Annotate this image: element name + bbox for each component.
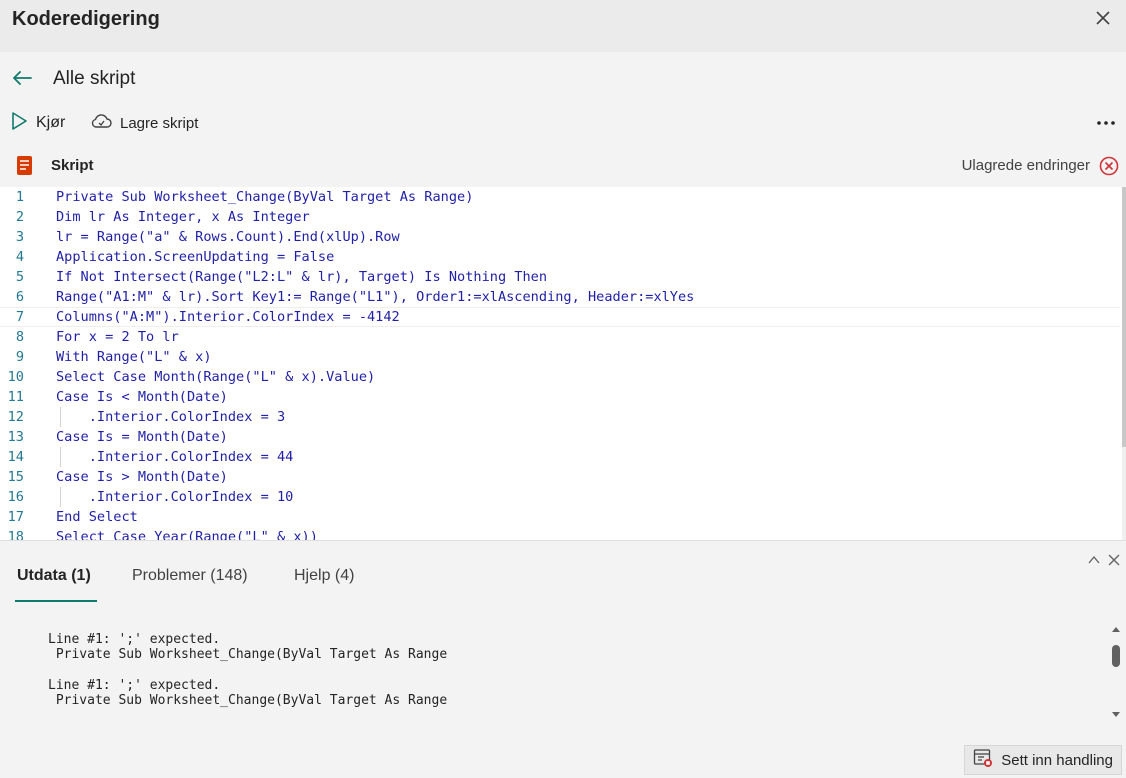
code-text[interactable]: Select Case Month(Range("L" & x).Value) <box>56 367 375 387</box>
editor-scrollbar-thumb[interactable] <box>1122 187 1126 447</box>
line-number: 3 <box>15 229 24 245</box>
cloud-sync-icon <box>90 111 112 136</box>
code-text[interactable]: With Range("L" & x) <box>56 347 212 367</box>
code-text[interactable]: Dim lr As Integer, x As Integer <box>56 207 310 227</box>
save-script-label: Lagre skript <box>120 114 199 132</box>
line-number: 12 <box>7 409 24 425</box>
line-number: 4 <box>15 249 24 265</box>
code-line[interactable]: 6 Range("A1:M" & lr).Sort Key1:= Range("L… <box>0 287 1120 307</box>
active-tab-indicator <box>15 600 97 602</box>
script-label: Skript <box>51 157 94 174</box>
chevron-up-icon[interactable] <box>1086 552 1102 568</box>
close-icon[interactable] <box>1092 7 1114 29</box>
code-line[interactable]: 10 Select Case Month(Range("L" & x).Value… <box>0 367 1120 387</box>
code-line[interactable]: 4 Application.ScreenUpdating = False <box>0 247 1120 267</box>
back-arrow-icon[interactable] <box>10 66 34 90</box>
editor-scrollbar[interactable] <box>1122 187 1126 540</box>
output-line: Private Sub Worksheet_Change(ByVal Targe… <box>48 693 448 709</box>
code-line[interactable]: 16 .Interior.ColorIndex = 10 <box>0 487 1120 507</box>
code-line[interactable]: 11 Case Is < Month(Date) <box>0 387 1120 407</box>
nav-bar <box>0 52 1126 104</box>
line-number: 1 <box>15 189 24 205</box>
code-text[interactable]: .Interior.ColorIndex = 44 <box>56 447 294 467</box>
page-title: Alle skript <box>53 68 136 89</box>
title-bar <box>0 0 1126 52</box>
code-line[interactable]: 2 Dim lr As Integer, x As Integer <box>0 207 1120 227</box>
code-text[interactable]: Private Sub Worksheet_Change(ByVal Targe… <box>56 187 473 207</box>
line-number: 6 <box>15 289 24 305</box>
code-text[interactable]: .Interior.ColorIndex = 3 <box>56 407 285 427</box>
line-number: 13 <box>7 429 24 445</box>
code-text[interactable]: If Not Intersect(Range("L2:L" & lr), Tar… <box>56 267 547 287</box>
line-number: 5 <box>15 269 24 285</box>
code-text[interactable]: .Interior.ColorIndex = 10 <box>56 487 294 507</box>
line-number: 15 <box>7 469 24 485</box>
code-line[interactable]: 14 .Interior.ColorIndex = 44 <box>0 447 1120 467</box>
code-line[interactable]: 8 For x = 2 To lr <box>0 327 1120 347</box>
output-line: Private Sub Worksheet_Change(ByVal Targe… <box>48 647 448 663</box>
output-line: Line #1: ';' expected. <box>48 632 221 647</box>
code-text[interactable]: Range("A1:M" & lr).Sort Key1:= Range("L1… <box>56 287 694 307</box>
code-text[interactable]: Case Is < Month(Date) <box>56 387 228 407</box>
code-text[interactable]: lr = Range("a" & Rows.Count).End(xlUp).R… <box>56 227 400 247</box>
window-title: Koderedigering <box>12 8 160 30</box>
insert-action-button[interactable]: Sett inn handling <box>964 745 1122 775</box>
code-line[interactable]: 18 Select Case Year(Range("L" & x)) <box>0 527 1120 540</box>
run-button[interactable]: Kjør <box>10 110 65 136</box>
error-circle-icon[interactable] <box>1098 155 1120 177</box>
output-scrollbar[interactable] <box>1110 625 1122 721</box>
insert-action-icon <box>973 748 993 773</box>
code-line[interactable]: 17 End Select <box>0 507 1120 527</box>
line-number: 11 <box>7 389 24 405</box>
unsaved-changes-text: Ulagrede endringer <box>961 157 1090 174</box>
code-text[interactable]: Columns("A:M").Interior.ColorIndex = -41… <box>56 307 400 327</box>
line-number: 9 <box>15 349 24 365</box>
output-line: Line #1: ';' expected. <box>48 677 221 693</box>
line-number: 2 <box>15 209 24 225</box>
code-line[interactable]: 1 Private Sub Worksheet_Change(ByVal Targ… <box>0 187 1120 207</box>
run-label: Kjør <box>36 114 66 131</box>
code-text[interactable]: For x = 2 To lr <box>56 327 179 347</box>
output-log: Line #1: ';' expected. Private Sub Works… <box>0 625 1110 725</box>
insert-action-label: Sett inn handling <box>1001 751 1113 769</box>
line-number: 8 <box>15 329 24 345</box>
line-number: 17 <box>7 509 24 525</box>
code-text[interactable]: End Select <box>56 507 138 527</box>
code-line[interactable]: 7 Columns("A:M").Interior.ColorIndex = -4… <box>0 307 1120 327</box>
code-line[interactable]: 3 lr = Range("a" & Rows.Count).End(xlUp).… <box>0 227 1120 247</box>
code-text[interactable]: Case Is > Month(Date) <box>56 467 228 487</box>
indent-guide <box>60 407 61 427</box>
tab-problems[interactable]: Problemer (148) <box>132 567 248 585</box>
script-icon <box>14 154 36 178</box>
more-options-icon[interactable] <box>1094 111 1118 135</box>
code-line[interactable]: 9 With Range("L" & x) <box>0 347 1120 367</box>
code-line[interactable]: 12 .Interior.ColorIndex = 3 <box>0 407 1120 427</box>
line-number: 18 <box>7 529 24 540</box>
indent-guide <box>60 447 61 467</box>
code-text[interactable]: Case Is = Month(Date) <box>56 427 228 447</box>
line-number: 10 <box>7 369 24 385</box>
tab-help[interactable]: Hjelp (4) <box>294 567 354 585</box>
code-line[interactable]: 5 If Not Intersect(Range("L2:L" & lr), Ta… <box>0 267 1120 287</box>
code-line[interactable]: 13 Case Is = Month(Date) <box>0 427 1120 447</box>
indent-guide <box>60 487 61 507</box>
line-number: 16 <box>7 489 24 505</box>
code-text[interactable]: Select Case Year(Range("L" & x)) <box>56 527 318 540</box>
output-line: Line #1: ';' expected. <box>48 724 220 725</box>
tab-output[interactable]: Utdata (1) <box>17 567 91 585</box>
code-text[interactable]: Application.ScreenUpdating = False <box>56 247 334 267</box>
code-line[interactable]: 15 Case Is > Month(Date) <box>0 467 1120 487</box>
panel-close-icon[interactable] <box>1106 552 1122 568</box>
play-icon <box>10 111 28 136</box>
code-editor[interactable]: 1 Private Sub Worksheet_Change(ByVal Targ… <box>0 187 1126 540</box>
line-number: 7 <box>15 309 24 325</box>
line-number: 14 <box>7 449 24 465</box>
save-script-button[interactable]: Lagre skript <box>90 110 198 136</box>
